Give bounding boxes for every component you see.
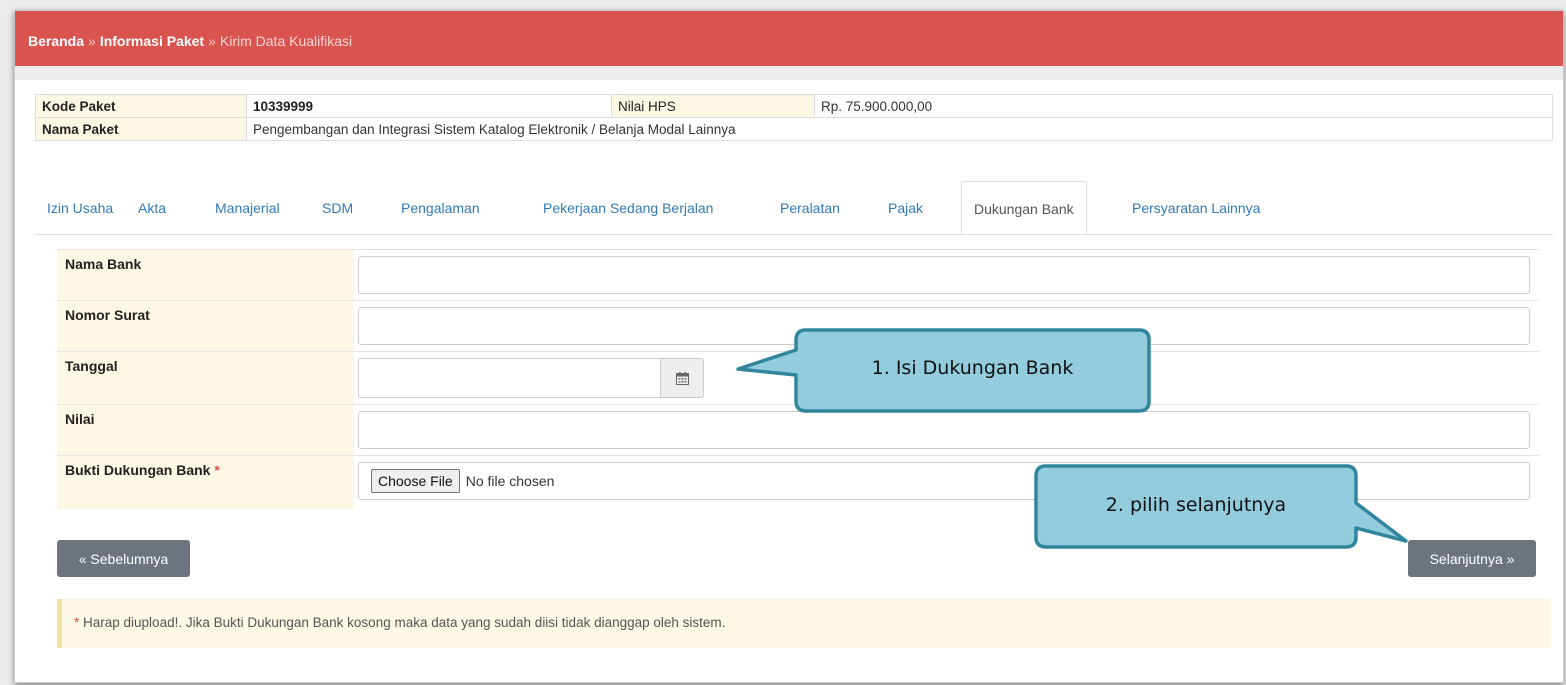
callout-fill-bank-text: 1. Isi Dukungan Bank xyxy=(871,357,1074,379)
tab-akta[interactable]: Akta xyxy=(138,200,166,216)
calendar-button[interactable] xyxy=(660,358,704,398)
proof-file-input: Choose File No file chosen xyxy=(358,462,1530,500)
note-text: Harap diupload!. Jika Bukti Dukungan Ban… xyxy=(79,615,726,630)
tab-pajak[interactable]: Pajak xyxy=(888,200,923,216)
content-divider xyxy=(15,66,1563,80)
calendar-icon xyxy=(675,371,689,385)
proof-label: Bukti Dukungan Bank * xyxy=(57,455,354,509)
bank-name-input[interactable] xyxy=(358,256,1530,294)
breadcrumb-home[interactable]: Beranda xyxy=(28,33,84,49)
package-name-value: Pengembangan dan Integrasi Sistem Katalo… xyxy=(246,117,1553,141)
package-info-table: Kode Paket 10339999 Nilai HPS Rp. 75.900… xyxy=(35,94,1553,141)
tab-manajerial[interactable]: Manajerial xyxy=(215,200,280,216)
no-file-text: No file chosen xyxy=(465,473,555,489)
letter-number-input[interactable] xyxy=(358,307,1530,345)
date-label: Tanggal xyxy=(57,351,354,405)
upload-note: * Harap diupload!. Jika Bukti Dukungan B… xyxy=(57,599,1551,648)
package-name-label: Nama Paket xyxy=(35,117,247,141)
choose-file-button[interactable]: Choose File xyxy=(371,469,460,493)
breadcrumb-separator: » xyxy=(88,33,96,49)
package-code-label: Kode Paket xyxy=(35,94,247,118)
breadcrumb-current: Kirim Data Kualifikasi xyxy=(219,33,353,49)
form-row: Nilai xyxy=(57,404,1539,456)
tab-pekerjaan-sedang-berjalan[interactable]: Pekerjaan Sedang Berjalan xyxy=(543,200,713,216)
callout-choose-next-text: 2. pilih selanjutnya xyxy=(1105,494,1287,516)
date-input[interactable] xyxy=(358,358,660,398)
tab-sdm[interactable]: SDM xyxy=(322,200,353,216)
next-button[interactable]: Selanjutnya » xyxy=(1408,540,1536,577)
tab-izin-usaha[interactable]: Izin Usaha xyxy=(47,200,113,216)
main-panel: Beranda» Informasi Paket» Kirim Data Kuali… xyxy=(14,10,1564,683)
tab-pengalaman[interactable]: Pengalaman xyxy=(401,200,480,216)
proof-label-text: Bukti Dukungan Bank xyxy=(65,462,211,478)
form-row: Nama Bank xyxy=(57,249,1539,301)
value-input[interactable] xyxy=(358,411,1530,449)
hps-label: Nilai HPS xyxy=(611,94,815,118)
tab-dukungan-bank[interactable]: Dukungan Bank xyxy=(961,181,1087,234)
breadcrumb: Beranda» Informasi Paket» Kirim Data Kuali… xyxy=(15,11,1563,66)
letter-number-label: Nomor Surat xyxy=(57,300,354,352)
breadcrumb-separator: » xyxy=(208,33,216,49)
value-label: Nilai xyxy=(57,404,354,456)
hps-value: Rp. 75.900.000,00 xyxy=(814,94,1553,118)
package-info-row: Kode Paket 10339999 Nilai HPS Rp. 75.900… xyxy=(35,94,1553,118)
date-picker xyxy=(358,358,704,398)
breadcrumb-package-info[interactable]: Informasi Paket xyxy=(100,33,204,49)
tab-persyaratan-lainnya[interactable]: Persyaratan Lainnya xyxy=(1132,200,1260,216)
bank-name-label: Nama Bank xyxy=(57,249,354,301)
package-code-value: 10339999 xyxy=(246,94,612,118)
form-row: Nomor Surat xyxy=(57,300,1539,352)
tab-peralatan[interactable]: Peralatan xyxy=(780,200,840,216)
qualification-tabs: Izin Usaha Akta Manajerial SDM Pengalama… xyxy=(35,181,1553,235)
package-info-row: Nama Paket Pengembangan dan Integrasi Si… xyxy=(35,117,1553,141)
previous-button[interactable]: « Sebelumnya xyxy=(57,540,190,577)
required-mark: * xyxy=(214,462,220,478)
